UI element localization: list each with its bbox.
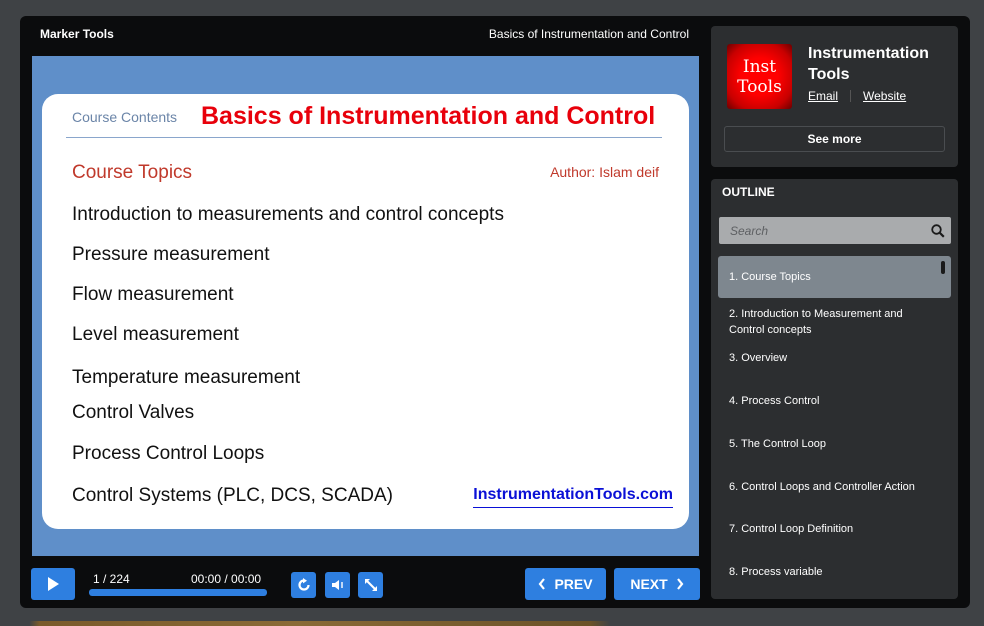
slide-author: Author: Islam deif (550, 164, 659, 180)
outline-item-label: 4. Process Control (729, 395, 820, 407)
outline-item-label: 3. Overview (729, 351, 788, 364)
player-title: Marker Tools (40, 27, 114, 41)
outline-item[interactable]: 4. Process Control (718, 370, 951, 413)
author-card: Inst Tools Instrumentation Tools Email W… (711, 26, 958, 167)
play-icon (48, 577, 59, 591)
fullscreen-button[interactable] (358, 572, 383, 598)
course-title: Basics of Instrumentation and Control (488, 27, 689, 41)
inst-tools-logo: Inst Tools (727, 44, 792, 109)
prev-label: PREV (554, 576, 593, 592)
outline-search (719, 217, 951, 244)
slide-title: Basics of Instrumentation and Control (201, 102, 656, 130)
volume-button[interactable] (325, 572, 350, 598)
outline-scrollbar[interactable] (941, 261, 945, 274)
link-divider (850, 90, 852, 102)
topic-item: Control Systems (PLC, DCS, SCADA) (72, 485, 393, 506)
outline-item[interactable]: 1. Course Topics (718, 256, 951, 298)
background-strip (0, 621, 984, 626)
slide-counter: 1 / 224 (93, 572, 130, 586)
website-link-sidebar[interactable]: Website (863, 89, 906, 103)
slide-content: Course Contents Basics of Instrumentatio… (42, 94, 689, 529)
outline-list: 1. Course Topics 2. Introduction to Meas… (718, 256, 951, 584)
outline-item-label: 6. Control Loops and Controller Action (729, 481, 915, 493)
see-more-button[interactable]: See more (724, 126, 945, 152)
topic-item: Temperature measurement (72, 367, 301, 388)
slide-header-label: Course Contents (72, 109, 178, 125)
outline-item[interactable]: 3. Overview (718, 345, 951, 370)
outline-item-label: 8. Process variable (729, 566, 823, 578)
outline-item[interactable]: 7. Control Loop Definition (718, 499, 951, 541)
topic-item: Process Control Loops (72, 443, 265, 464)
topic-item: Level measurement (72, 324, 239, 345)
time-counter: 00:00 / 00:00 (191, 572, 262, 586)
author-links: Email Website (808, 89, 906, 103)
replay-icon (297, 578, 310, 591)
topic-item: Pressure measurement (72, 244, 270, 265)
player-window: Marker Tools Basics of Instrumentation a… (20, 16, 970, 608)
outline-item[interactable]: 8. Process variable (718, 541, 951, 584)
next-label: NEXT (630, 576, 668, 592)
slide-divider (66, 137, 662, 138)
progress-bar[interactable] (89, 589, 267, 596)
search-input[interactable] (719, 217, 925, 244)
outline-item[interactable]: 6. Control Loops and Controller Action (718, 456, 951, 499)
next-button[interactable]: NEXT (614, 568, 700, 600)
topics-heading: Course Topics (72, 162, 193, 183)
outline-item-label: 5. The Control Loop (729, 438, 827, 450)
outline-item[interactable]: 5. The Control Loop (718, 413, 951, 456)
outline-panel: OUTLINE 1. Course Topics 2. Introduction… (711, 179, 958, 599)
outline-item[interactable]: 2. Introduction to Measurement and Contr… (718, 301, 951, 343)
progress-fill (89, 589, 267, 596)
fullscreen-icon (364, 579, 377, 591)
logo-line-1: Inst (742, 56, 777, 77)
slide-stage: Course Contents Basics of Instrumentatio… (32, 56, 699, 556)
email-link[interactable]: Email (808, 89, 838, 103)
search-icon[interactable] (925, 223, 951, 238)
topic-item: Flow measurement (72, 284, 234, 305)
topic-item: Introduction to measurements and control… (72, 204, 504, 225)
chevron-right-icon (676, 578, 684, 590)
author-name: Instrumentation Tools (808, 45, 929, 83)
outline-heading: OUTLINE (722, 185, 775, 199)
volume-icon (331, 580, 343, 590)
prev-button[interactable]: PREV (525, 568, 606, 600)
outline-item-label: 7. Control Loop Definition (729, 523, 854, 535)
topic-item: Control Valves (72, 402, 195, 423)
outline-item-label: 1. Course Topics (729, 271, 811, 283)
outline-item-label: 2. Introduction to Measurement and Contr… (729, 308, 903, 336)
website-link[interactable]: InstrumentationTools.com (473, 486, 673, 508)
replay-button[interactable] (291, 572, 316, 598)
logo-line-2: Tools (737, 76, 782, 97)
play-button[interactable] (31, 568, 75, 600)
chevron-left-icon (539, 578, 546, 590)
